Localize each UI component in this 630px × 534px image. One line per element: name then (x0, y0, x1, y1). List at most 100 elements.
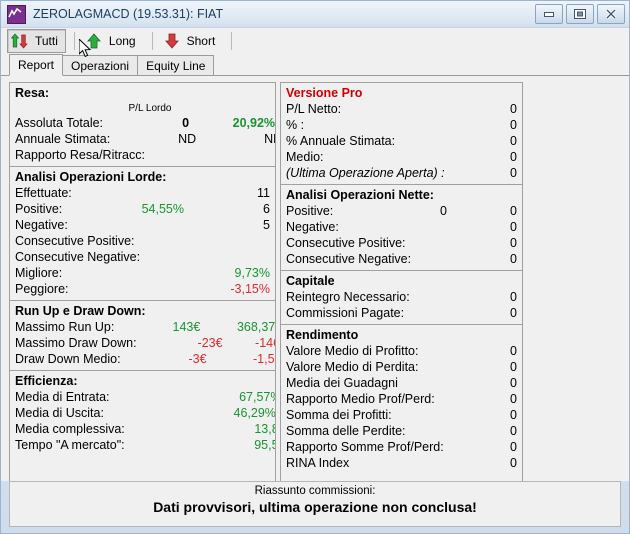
row-label: Valore Medio di Profitto: (286, 344, 419, 358)
row-label: Negative: (286, 220, 339, 234)
row-value: 20,92% (232, 116, 276, 130)
row-label: Draw Down Medio: (15, 352, 121, 366)
up-arrow-green-icon (85, 32, 103, 50)
filter-tutti-button[interactable]: Tutti (7, 29, 66, 53)
maximize-icon (574, 9, 586, 19)
row-label: Annuale Stimata: (15, 132, 111, 146)
row-label: Negative: (15, 218, 68, 232)
row-value: 0 (510, 118, 517, 132)
row-consecutive-negative: Consecutive Negative: 4 (15, 249, 270, 265)
row-spacer (286, 471, 517, 481)
row-value: 0 (510, 236, 517, 250)
tab-equity-line[interactable]: Equity Line (137, 55, 215, 75)
row-pl-netto: P/L Netto: 0 (286, 101, 517, 117)
tab-strip: Report Operazioni Equity Line (1, 54, 629, 76)
resa-column-header-row: P/L Lordo (15, 101, 270, 115)
tab-report[interactable]: Report (9, 54, 64, 76)
row-commissioni-pagate: Commissioni Pagate: 0 (286, 305, 517, 321)
row-massimo-run-up: Massimo Run Up: 143€ 368,37% (15, 319, 275, 335)
section-efficienza-title: Efficienza: (15, 374, 78, 388)
row-effettuate: Effettuate: 11 (15, 185, 270, 201)
row-net-consecutive-positive: Consecutive Positive: 0 (286, 235, 517, 251)
row-mid-value: 0 (182, 116, 190, 130)
row-label: Tempo "A mercato": (15, 438, 125, 452)
row-value: 0 (510, 166, 517, 180)
row-label: Consecutive Negative: (15, 250, 141, 264)
filter-short-button[interactable]: Short (159, 29, 224, 53)
toolbar-separator-1 (73, 32, 75, 50)
row-mid-value: -23€ (197, 336, 223, 350)
filter-tutti-label: Tutti (35, 34, 58, 48)
row-label: (Ultima Operazione Aperta) : (286, 166, 445, 180)
row-label: Commissioni Pagate: (286, 306, 405, 320)
row-value: -146,14% (255, 336, 275, 350)
row-label: Rapporto Medio Prof/Perd: (286, 392, 435, 406)
application-window: ZEROLAGMACD (19.53.31): FIAT Tutti Long … (0, 0, 630, 534)
close-icon (605, 8, 617, 20)
window-title: ZEROLAGMACD (19.53.31): FIAT (33, 7, 224, 21)
row-value: 0 (510, 306, 517, 320)
row-label: Media dei Guadagni (286, 376, 398, 390)
row-media-di-entrata: Media di Entrata: 67,57% (15, 389, 275, 405)
row-label: Massimo Run Up: (15, 320, 115, 334)
tab-operazioni[interactable]: Operazioni (62, 55, 139, 75)
tab-operazioni-label: Operazioni (71, 59, 130, 73)
minimize-button[interactable] (535, 4, 563, 24)
row-value: 0 (510, 456, 517, 470)
row-mid-value: ND (178, 132, 197, 146)
row-mid-value: 54,55% (141, 202, 184, 216)
section-efficienza: Efficienza: Media di Entrata: 67,57% Med… (10, 370, 275, 456)
row-label: Consecutive Negative: (286, 252, 412, 266)
status-line-2: Dati provvisori, ultima operazione non c… (153, 499, 477, 515)
tab-equity-line-label: Equity Line (146, 59, 206, 73)
row-label: Migliore: (15, 266, 63, 280)
row-value: 0,18 (237, 147, 275, 163)
row-label: Media di Uscita: (15, 406, 104, 420)
section-analisi-nette-title: Analisi Operazioni Nette: (286, 188, 434, 202)
row-label: Consecutive Positive: (286, 236, 406, 250)
row-value: 46,29% (233, 406, 276, 420)
row-label: Massimo Draw Down: (15, 336, 137, 350)
filter-long-button[interactable]: Long (81, 29, 144, 53)
row-tempo-a-mercato: Tempo "A mercato": 95,53% (15, 437, 275, 453)
title-bar[interactable]: ZEROLAGMACD (19.53.31): FIAT (1, 1, 629, 27)
row-media-complessiva: Media complessiva: 13,87% (15, 421, 275, 437)
toolbar-separator-2 (151, 32, 153, 50)
section-resa-title: Resa: (15, 86, 50, 100)
row-label: RINA Index (286, 456, 350, 470)
row-label: % Annuale Stimata: (286, 134, 396, 148)
row-net-consecutive-negative: Consecutive Negative: 0 (286, 251, 517, 267)
row-peggiore: Peggiore: -3,15% (15, 281, 270, 297)
row-value: 11 (257, 186, 270, 200)
row-mid-value: 143€ (172, 320, 201, 334)
close-button[interactable] (597, 4, 625, 24)
maximize-button[interactable] (566, 4, 594, 24)
row-value: ND (264, 132, 275, 146)
row-value: 13,87% (254, 422, 275, 436)
row-annuale-stimata: Annuale Stimata: ND ND (15, 131, 275, 147)
toolbar: Tutti Long Short (1, 27, 629, 54)
section-rendimento-title: Rendimento (286, 328, 359, 342)
row-value: 0 (510, 134, 517, 148)
row-label: Rapporto Somme Prof/Perd: (286, 440, 444, 454)
section-run-up-draw-down: Run Up e Draw Down: Massimo Run Up: 143€… (10, 300, 275, 370)
status-line-1: Riassunto commissioni: (254, 485, 376, 497)
row-label: % : (286, 118, 305, 132)
row-value: 0 (510, 408, 517, 422)
section-analisi-operazioni-lorde: Analisi Operazioni Lorde: Effettuate: 11… (10, 166, 275, 300)
row-value: -1,53% (252, 352, 275, 366)
row-rapporto-somme-prof-perd: Rapporto Somme Prof/Perd: 0 (286, 439, 517, 455)
section-versione-pro-title: Versione Pro (286, 86, 363, 100)
row-value: -3,15% (230, 282, 270, 296)
toolbar-separator-3 (231, 32, 233, 50)
row-value: 0 (510, 424, 517, 438)
row-medio: Medio: 0 (286, 149, 517, 165)
resa-col-header-pl-lordo: P/L Lordo (128, 103, 172, 114)
net-report-panel: Versione Pro P/L Netto: 0 % : 0 % Annual… (280, 82, 523, 481)
up-down-arrows-icon (10, 32, 29, 50)
row-somma-dei-profitti: Somma dei Profitti: 0 (286, 407, 517, 423)
filter-short-label: Short (186, 34, 216, 48)
row-massimo-draw-down: Massimo Draw Down: -23€ -146,14% (15, 335, 275, 351)
section-capitale: Capitale Reintegro Necessario: 0 Commiss… (281, 270, 522, 324)
row-mid-value: -3€ (188, 352, 207, 366)
